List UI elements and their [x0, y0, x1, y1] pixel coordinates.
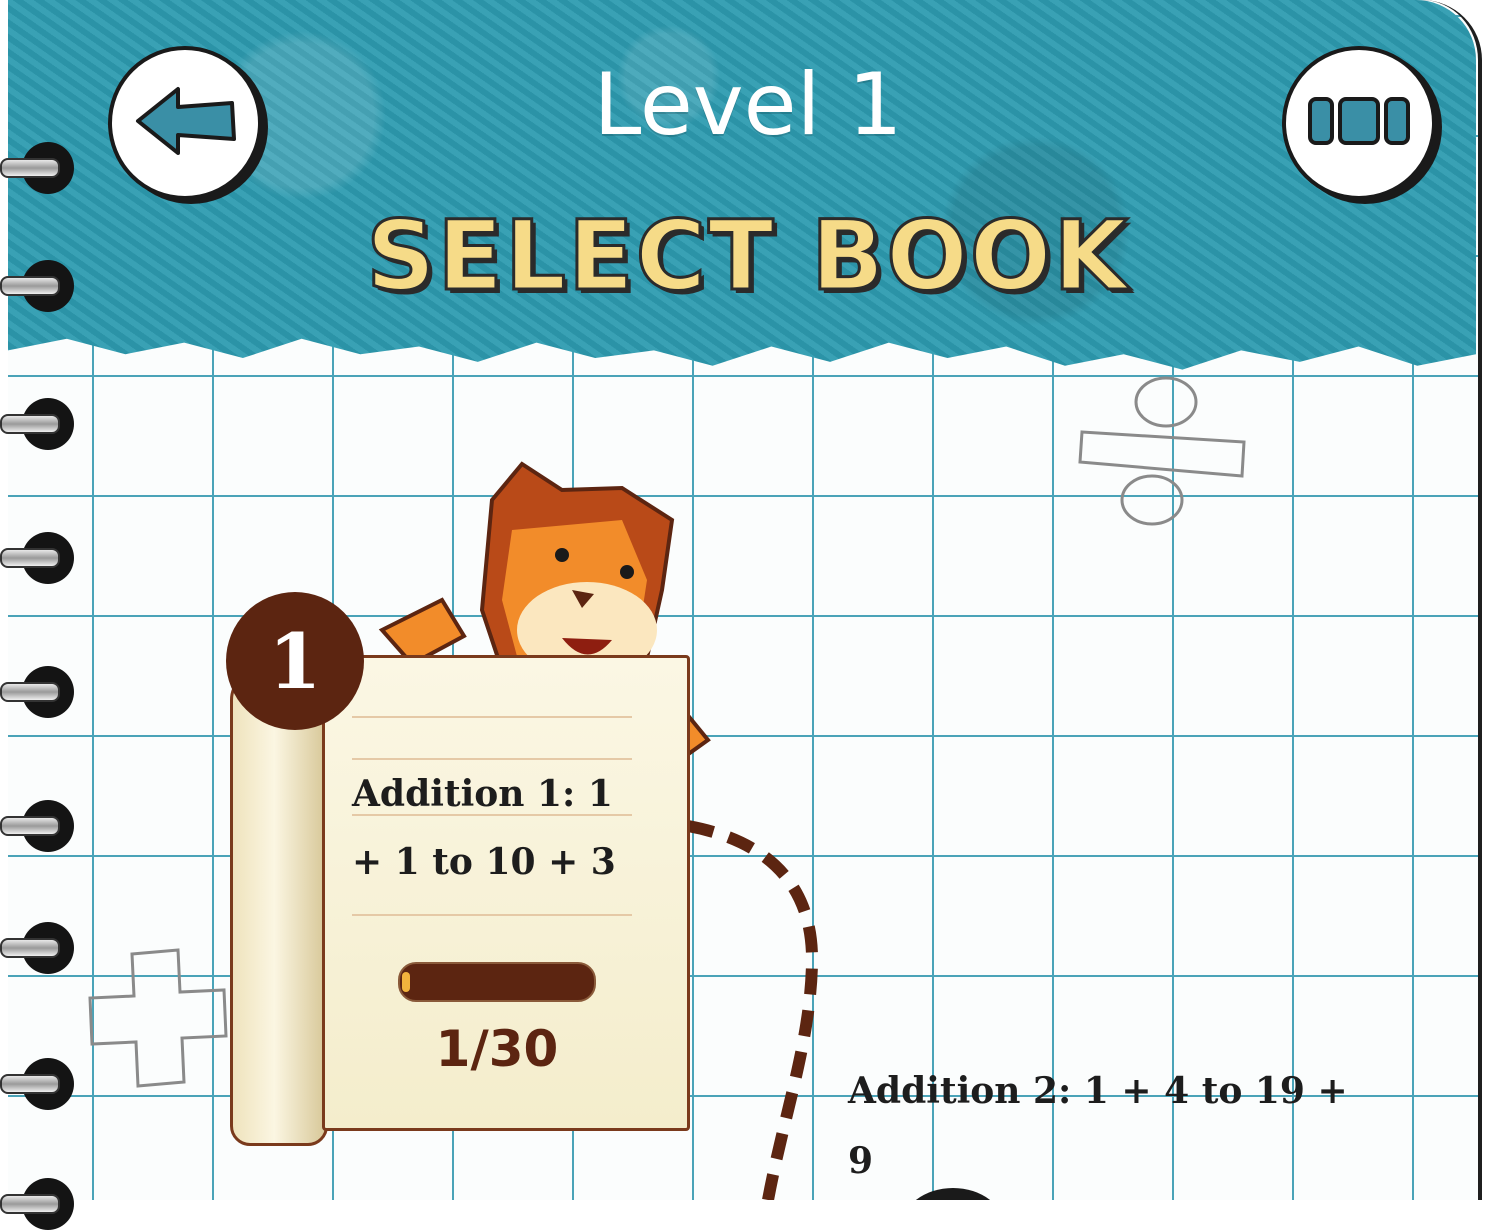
spiral-ring [0, 920, 78, 974]
book-progress-bar [398, 962, 596, 1002]
spiral-ring [0, 396, 78, 450]
spiral-ring [0, 1176, 78, 1230]
book-rule [352, 914, 632, 916]
spiral-ring [0, 664, 78, 718]
plus-sign-icon [88, 948, 228, 1088]
book-title-2[interactable]: Addition 2: 1 + 4 to 19 + 9 [848, 1056, 1368, 1196]
spiral-ring [0, 530, 78, 584]
book-card-1[interactable]: 1 Addition 1: 1 + 1 to 10 + 3 1/30 [222, 460, 722, 1146]
book-progress-fill [402, 972, 410, 992]
book-title: Addition 1: 1 + 1 to 10 + 3 [352, 773, 616, 883]
book-number-badge-2 [915, 1188, 991, 1200]
level-label: Level 1 [593, 55, 903, 155]
book-rule [352, 716, 632, 718]
page-title: SELECT BOOK [365, 199, 1130, 314]
book-progress-label: 1/30 [435, 1020, 559, 1078]
spiral-ring [0, 1056, 78, 1110]
spiral-ring [0, 798, 78, 852]
book-number-badge: 1 [226, 592, 364, 730]
spiral-binding [0, 0, 80, 1230]
book-spine [230, 670, 328, 1146]
divide-sign-icon [1078, 376, 1246, 526]
